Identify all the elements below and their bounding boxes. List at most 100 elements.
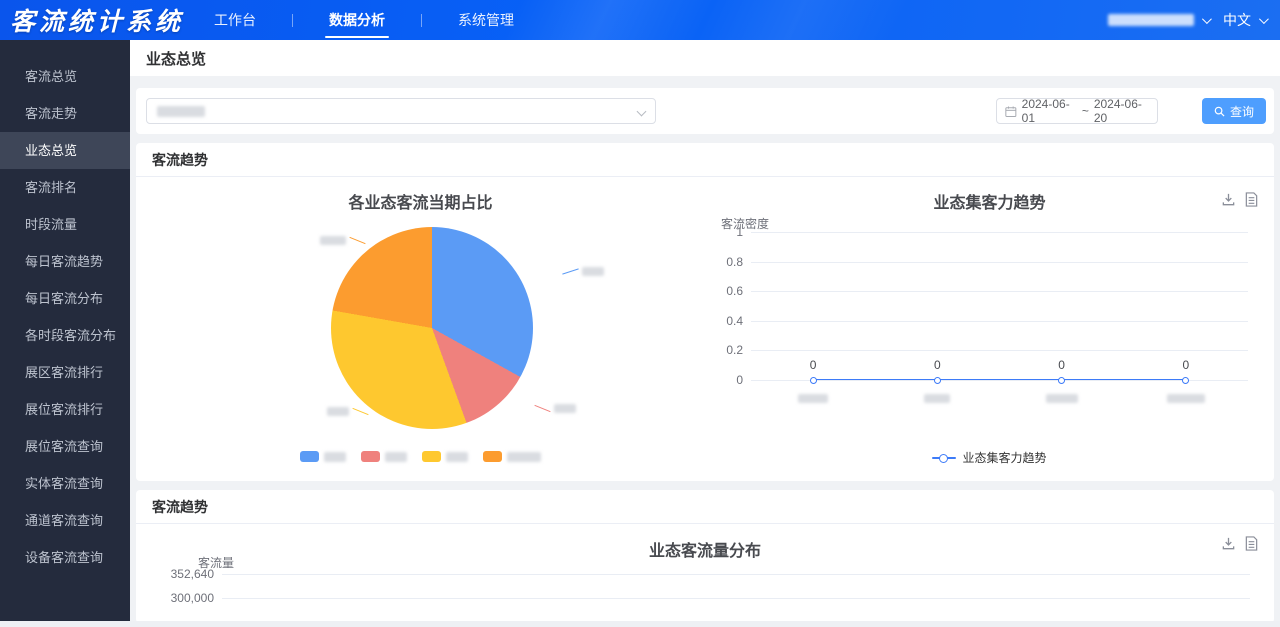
app-root: 客流统计系统 工作台 数据分析 系统管理 中文 客流总览客流走势业态总览客流排名… xyxy=(0,0,1280,627)
chart-toolbox xyxy=(1221,536,1258,551)
sidebar-item[interactable]: 通道客流查询 xyxy=(0,502,130,539)
legend-swatch xyxy=(361,451,380,462)
redacted-text xyxy=(324,452,346,462)
legend-swatch xyxy=(483,451,502,462)
legend-swatch xyxy=(422,451,441,462)
section-header: 客流趋势 xyxy=(136,143,1274,177)
tab-system-management[interactable]: 系统管理 xyxy=(446,0,526,40)
y-axis-tick: 300,000 xyxy=(171,591,214,605)
data-view-icon[interactable] xyxy=(1245,192,1258,207)
gridline: 0.2 xyxy=(751,350,1248,351)
sidebar-item[interactable]: 客流排名 xyxy=(0,169,130,206)
callout-leader xyxy=(349,237,365,244)
callout-leader xyxy=(562,268,578,274)
main-area: 业态总览 2024-06-01 ~ 2024-06- xyxy=(130,40,1280,627)
pie-chart[interactable] xyxy=(331,227,533,429)
data-view-icon[interactable] xyxy=(1245,536,1258,551)
y-axis-tick: 1 xyxy=(736,225,743,239)
pie-legend xyxy=(136,451,705,462)
data-point xyxy=(1058,377,1065,384)
chevron-down-icon[interactable] xyxy=(1202,14,1212,24)
y-axis-tick: 0.8 xyxy=(726,255,743,269)
callout-leader xyxy=(352,408,368,415)
select-value-redacted xyxy=(157,106,205,117)
download-icon[interactable] xyxy=(1221,192,1236,207)
redacted-text xyxy=(582,267,604,276)
sidebar-item[interactable]: 业态总览 xyxy=(0,132,130,169)
gridline: 0.4 xyxy=(751,321,1248,322)
sidebar-item[interactable]: 展区客流排行 xyxy=(0,354,130,391)
language-selector[interactable]: 中文 xyxy=(1223,10,1251,30)
pie-legend-item[interactable] xyxy=(361,451,407,462)
topbar-right: 中文 xyxy=(1108,10,1280,30)
gridline: 352,640 xyxy=(222,574,1250,575)
redacted-text xyxy=(320,236,346,245)
horizontal-scrollbar[interactable] xyxy=(0,621,1280,627)
pie-callout-label xyxy=(562,267,604,276)
nav-divider xyxy=(421,14,422,27)
business-select[interactable] xyxy=(146,98,656,124)
legend-swatch xyxy=(300,451,319,462)
sidebar-item[interactable]: 展位客流查询 xyxy=(0,428,130,465)
chevron-down-icon[interactable] xyxy=(1259,14,1269,24)
sidebar-item[interactable]: 实体客流查询 xyxy=(0,465,130,502)
y-axis-tick: 0.4 xyxy=(726,314,743,328)
gridline: 0.8 xyxy=(751,262,1248,263)
sidebar-item[interactable]: 设备客流查询 xyxy=(0,539,130,576)
gridline: 0 xyxy=(751,380,1248,381)
sidebar-item[interactable]: 时段流量 xyxy=(0,206,130,243)
data-point xyxy=(810,377,817,384)
sidebar-item[interactable]: 客流走势 xyxy=(0,95,130,132)
username-redacted[interactable] xyxy=(1108,14,1194,26)
line-chart-box: 业态集客力趋势 xyxy=(705,177,1274,481)
redacted-text xyxy=(446,452,468,462)
top-nav: 工作台 数据分析 系统管理 xyxy=(202,0,526,40)
y-axis-tick: 0 xyxy=(736,373,743,387)
line-chart-y-axis-name: 客流密度 xyxy=(721,215,769,232)
topbar: 客流统计系统 工作台 数据分析 系统管理 中文 xyxy=(0,0,1280,40)
pie-legend-item[interactable] xyxy=(422,451,468,462)
date-start: 2024-06-01 xyxy=(1022,97,1077,125)
data-point xyxy=(1182,377,1189,384)
x-axis-label xyxy=(1046,390,1078,408)
line-chart-legend[interactable]: 业态集客力趋势 xyxy=(705,449,1274,466)
query-button[interactable]: 查询 xyxy=(1202,98,1266,124)
download-icon[interactable] xyxy=(1221,536,1236,551)
pie-legend-item[interactable] xyxy=(483,451,541,462)
section-passenger-trend-2: 客流趋势 业态客流量分布 xyxy=(136,490,1274,623)
sidebar-item[interactable]: 每日客流分布 xyxy=(0,280,130,317)
redacted-text xyxy=(1046,394,1078,403)
x-axis-label xyxy=(1167,390,1205,408)
search-icon xyxy=(1214,106,1225,117)
data-point-label: 0 xyxy=(934,358,941,372)
legend-line-marker-icon xyxy=(932,454,956,462)
sidebar: 客流总览客流走势业态总览客流排名时段流量每日客流趋势每日客流分布各时段客流分布展… xyxy=(0,40,130,621)
pie-callout-label xyxy=(320,236,366,245)
sidebar-item[interactable]: 展位客流排行 xyxy=(0,391,130,428)
sidebar-item[interactable]: 各时段客流分布 xyxy=(0,317,130,354)
sidebar-item[interactable]: 客流总览 xyxy=(0,58,130,95)
line-chart-plot: 10.80.60.40.200000 xyxy=(751,232,1248,380)
page-title: 业态总览 xyxy=(130,40,1280,76)
y-axis-tick: 0.2 xyxy=(726,343,743,357)
x-axis-label xyxy=(798,390,828,408)
data-point xyxy=(934,377,941,384)
charts-row: 各业态客流当期占比 xyxy=(136,177,1274,481)
date-range-picker[interactable]: 2024-06-01 ~ 2024-06-20 xyxy=(996,98,1158,124)
chevron-down-icon xyxy=(637,107,647,117)
data-point-label: 0 xyxy=(1058,358,1065,372)
sidebar-item[interactable]: 每日客流趋势 xyxy=(0,243,130,280)
data-point-label: 0 xyxy=(1183,358,1190,372)
content: 2024-06-01 ~ 2024-06-20 查询 客流趋势 xyxy=(130,76,1280,623)
tab-data-analysis[interactable]: 数据分析 xyxy=(317,0,397,40)
redacted-text xyxy=(798,394,828,403)
calendar-icon xyxy=(1005,105,1017,118)
pie-legend-item[interactable] xyxy=(300,451,346,462)
date-end: 2024-06-20 xyxy=(1094,97,1149,125)
callout-leader xyxy=(534,405,550,412)
gridline: 0.6 xyxy=(751,291,1248,292)
pie-chart-box: 各业态客流当期占比 xyxy=(136,177,705,481)
redacted-text xyxy=(554,404,576,413)
tab-workbench[interactable]: 工作台 xyxy=(202,0,268,40)
nav-divider xyxy=(292,14,293,27)
